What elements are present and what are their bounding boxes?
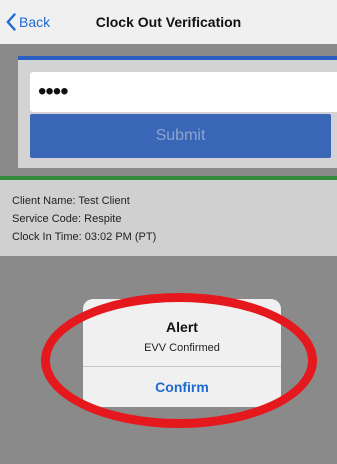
pin-field[interactable]: •••• [30, 72, 337, 112]
navigation-bar: Back Clock Out Verification [0, 0, 337, 44]
confirm-button[interactable]: Confirm [83, 367, 281, 407]
client-info-card: Client Name: Test Client Service Code: R… [0, 176, 337, 256]
service-code: Service Code: Respite [12, 213, 122, 225]
client-name: Client Name: Test Client [12, 195, 130, 207]
clock-in-time: Clock In Time: 03:02 PM (PT) [12, 231, 157, 243]
alert-title: Alert [166, 319, 198, 335]
page-title: Clock Out Verification [95, 14, 242, 30]
alert-message: EVV Confirmed [144, 342, 220, 354]
submit-button[interactable]: Submit [30, 114, 331, 158]
alert-dialog: Alert EVV Confirmed Confirm [83, 299, 281, 407]
verification-card: •••• Submit [18, 56, 337, 168]
client-info: Client Name: Test Client Service Code: R… [12, 192, 156, 246]
